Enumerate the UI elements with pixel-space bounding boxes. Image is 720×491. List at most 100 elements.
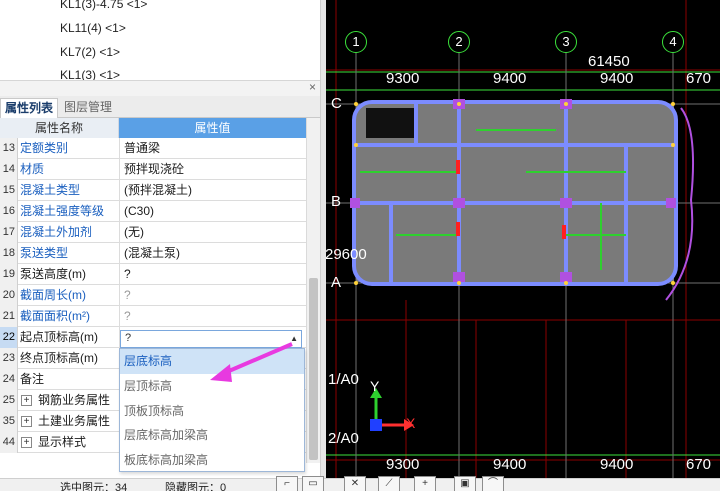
property-panel-header: ×: [0, 80, 320, 96]
property-value: ?: [119, 306, 306, 327]
property-value[interactable]: ?: [119, 264, 306, 285]
dimension-text: 9400: [600, 70, 634, 87]
dropdown-option[interactable]: 层底标高加梁高: [120, 423, 304, 448]
property-row[interactable]: 20 截面周长(m) ?: [0, 285, 306, 306]
property-value: ?: [119, 285, 306, 306]
property-name: 材质: [20, 162, 45, 176]
tab-property-list[interactable]: 属性列表: [0, 98, 58, 118]
cross-select-icon[interactable]: ✕: [344, 476, 366, 491]
expand-icon[interactable]: +: [21, 437, 32, 448]
rectangle-tool-icon[interactable]: ▣: [454, 476, 476, 491]
property-name: 混凝土外加剂: [20, 225, 93, 239]
ucs-y-label: Y: [370, 378, 380, 394]
property-name: 混凝土强度等级: [20, 204, 105, 218]
property-row[interactable]: 16 混凝土强度等级 (C30): [0, 201, 306, 222]
row-label: A: [331, 274, 342, 291]
axis-bubble: 4: [662, 31, 684, 53]
dropdown-option[interactable]: 顶板顶标高: [120, 399, 304, 424]
ucs-x-label: X: [406, 415, 416, 431]
left-panel: KL1(3)-4.75 <1> KL11(4) <1> KL7(2) <1> K…: [0, 0, 326, 491]
column-header-value: 属性值: [119, 118, 306, 138]
property-row[interactable]: 21 截面面积(m²) ?: [0, 306, 306, 327]
property-value[interactable]: (混凝土泵): [119, 243, 306, 264]
window-select-icon[interactable]: ▭: [302, 476, 324, 491]
column-header-name: 属性名称: [0, 118, 119, 138]
add-point-icon[interactable]: +: [414, 476, 436, 491]
property-name: 泵送高度(m): [20, 267, 86, 281]
axis-bubble: 2: [448, 31, 470, 53]
row-label: B: [331, 193, 342, 210]
row-index: 17: [0, 222, 18, 243]
row-index: 16: [0, 201, 18, 222]
row-index: 18: [0, 243, 18, 264]
dimension-text: 9300: [386, 456, 420, 473]
property-name: 备注: [20, 372, 45, 386]
tab-layer-management[interactable]: 图层管理: [60, 98, 122, 118]
row-index: 14: [0, 159, 18, 180]
arc-tool-icon[interactable]: ⌒: [482, 476, 504, 491]
polyline-icon[interactable]: ⟋: [378, 476, 400, 491]
tree-item[interactable]: KL7(2) <1>: [60, 45, 120, 59]
component-tree: KL1(3)-4.75 <1> KL11(4) <1> KL7(2) <1> K…: [0, 0, 320, 80]
dimension-total: 61450: [588, 53, 630, 70]
axis-bubble: 3: [555, 31, 577, 53]
property-name: 混凝土类型: [20, 183, 81, 197]
annotation-arrow-icon: [210, 342, 293, 382]
cad-drawing-canvas[interactable]: 1 2 3 4 61450 9300 9400 9400 670 C B A 2…: [326, 0, 720, 478]
property-name: 截面周长(m): [20, 288, 86, 302]
property-name: 泵送类型: [20, 246, 69, 260]
property-name: 定额类别: [20, 141, 69, 155]
property-row[interactable]: 19 泵送高度(m) ?: [0, 264, 306, 285]
property-row[interactable]: 18 泵送类型 (混凝土泵): [0, 243, 306, 264]
property-value[interactable]: (预拌混凝土): [119, 180, 306, 201]
row-index: 22: [0, 327, 18, 348]
property-row[interactable]: 17 混凝土外加剂 (无): [0, 222, 306, 243]
property-name: 终点顶标高(m): [20, 351, 98, 365]
combobox-value: ?: [125, 332, 132, 344]
property-value[interactable]: 预拌现浇砼: [119, 159, 306, 180]
expand-icon[interactable]: +: [21, 416, 32, 427]
row-index: 25: [0, 390, 18, 411]
tree-item[interactable]: KL1(3)-4.75 <1>: [60, 0, 147, 11]
row-index: 24: [0, 369, 18, 390]
axis-note: 1/A0: [328, 371, 359, 388]
dimension-text: 9400: [493, 456, 527, 473]
selected-count: 选中图元：34: [60, 482, 128, 491]
axis-note: 2/A0: [328, 430, 359, 447]
status-bar: 选中图元：34 隐藏图元：0 ⌐ ▭ ✕ ⟋ + ▣ ⌒: [0, 476, 720, 491]
property-value[interactable]: (无): [119, 222, 306, 243]
hidden-count: 隐藏图元：0: [165, 482, 227, 491]
scrollbar-thumb[interactable]: [309, 278, 318, 460]
row-index: 20: [0, 285, 18, 306]
axis-bubble: 1: [345, 31, 367, 53]
property-name: 起点顶标高(m): [20, 330, 98, 344]
row-index: 13: [0, 138, 18, 159]
close-icon[interactable]: ×: [309, 80, 316, 94]
row-index: 15: [0, 180, 18, 201]
property-row[interactable]: 13 定额类别 普通梁: [0, 138, 306, 159]
dimension-text: 670: [686, 456, 712, 473]
property-name: 截面面积(m²): [20, 309, 90, 323]
row-index: 44: [0, 432, 18, 453]
row-index: 19: [0, 264, 18, 285]
panel-tabs: 属性列表 图层管理: [0, 96, 320, 118]
row-index: 23: [0, 348, 18, 369]
side-dimension: 29600: [326, 246, 367, 263]
row-index: 21: [0, 306, 18, 327]
property-value[interactable]: 普通梁: [119, 138, 306, 159]
row-label: C: [331, 95, 342, 112]
dimension-text: 9400: [600, 456, 634, 473]
tree-item[interactable]: KL1(3) <1>: [60, 68, 120, 80]
dropdown-option[interactable]: 板底标高加梁高: [120, 448, 304, 473]
dimension-text: 670: [686, 70, 712, 87]
property-scrollbar[interactable]: [306, 118, 320, 463]
property-row[interactable]: 14 材质 预拌现浇砼: [0, 159, 306, 180]
expand-icon[interactable]: +: [21, 395, 32, 406]
select-tool-icon[interactable]: ⌐: [276, 476, 298, 491]
property-row[interactable]: 15 混凝土类型 (预拌混凝土): [0, 180, 306, 201]
row-index: 35: [0, 411, 18, 432]
property-value[interactable]: (C30): [119, 201, 306, 222]
dimension-text: 9400: [493, 70, 527, 87]
tree-item[interactable]: KL11(4) <1>: [60, 21, 126, 35]
dimension-text: 9300: [386, 70, 420, 87]
